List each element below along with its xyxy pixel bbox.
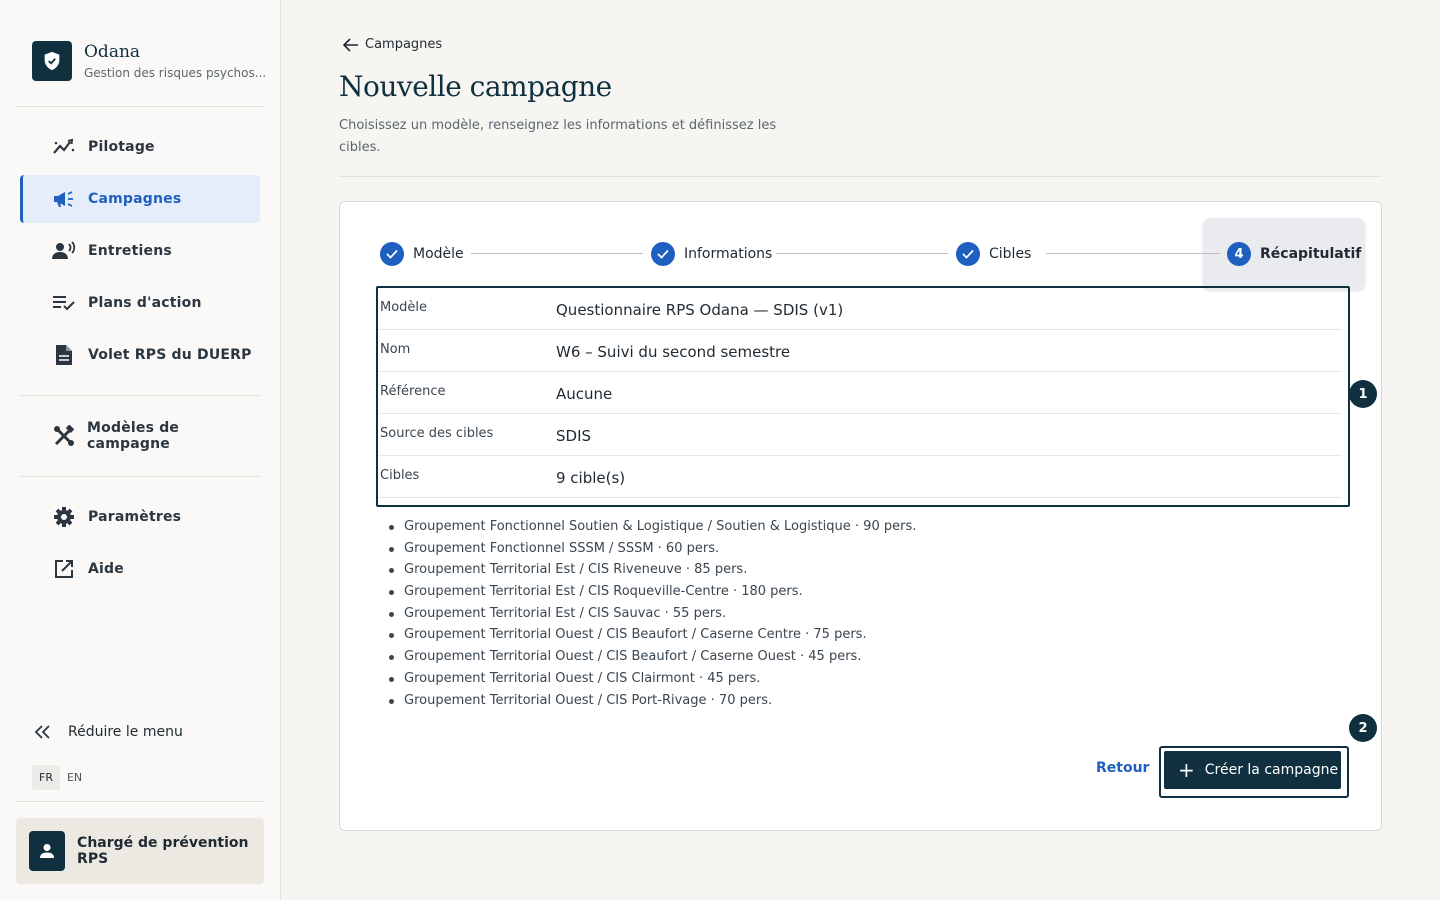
campaign-wizard-card: Modèle Informations Cibles 4 Récapitulat… <box>339 201 1382 831</box>
nav-label: Modèles de campagne <box>87 420 180 452</box>
targets-list: Groupement Fonctionnel Soutien & Logisti… <box>388 517 916 712</box>
step-label: Cibles <box>989 246 1032 262</box>
tools-icon <box>52 424 75 448</box>
summary-value: SDIS <box>556 427 592 445</box>
breadcrumb-back-link[interactable]: Campagnes <box>343 37 442 52</box>
summary-value: Questionnaire RPS Odana — SDIS (v1) <box>556 301 844 319</box>
list-item: Groupement Territorial Est / CIS Roquevi… <box>388 582 916 604</box>
step-connector <box>1046 253 1220 254</box>
stepper: Modèle Informations Cibles 4 Récapitulat… <box>380 242 1361 266</box>
summary-key: Nom <box>380 342 411 357</box>
summary-value: W6 – Suivi du second semestre <box>556 343 791 361</box>
summary-row: Modèle Questionnaire RPS Odana — SDIS (v… <box>378 288 1342 330</box>
annotation-badge-2: 2 <box>1349 714 1377 742</box>
document-icon <box>52 343 76 367</box>
annotation-badge-1: 1 <box>1349 380 1377 408</box>
divider <box>339 176 1382 177</box>
page-title: Nouvelle campagne <box>339 70 612 103</box>
summary-row: Cibles 9 cible(s) <box>378 456 1342 498</box>
list-item: Groupement Territorial Est / CIS Riveneu… <box>388 560 916 582</box>
check-icon <box>651 242 675 266</box>
breadcrumb-label: Campagnes <box>365 37 443 52</box>
summary-table: Modèle Questionnaire RPS Odana — SDIS (v… <box>376 286 1350 507</box>
brand-name: Odana <box>84 42 141 62</box>
summary-row: Nom W6 – Suivi du second semestre <box>378 330 1342 372</box>
nav-label: Paramètres <box>88 509 182 525</box>
step-label: Informations <box>684 246 773 262</box>
nav-label: Volet RPS du DUERP <box>88 347 252 363</box>
nav-label: Aide <box>88 561 124 577</box>
check-icon <box>956 242 980 266</box>
step-connector <box>776 253 948 254</box>
nav-item-campagnes[interactable]: Campagnes <box>20 175 260 223</box>
user-card[interactable]: Chargé de prévention RPS <box>16 818 264 884</box>
nav-label: Campagnes <box>88 191 182 207</box>
lang-en[interactable]: EN <box>60 765 89 790</box>
nav-item-volet-rps[interactable]: Volet RPS du DUERP <box>20 331 260 379</box>
summary-key: Référence <box>380 384 446 399</box>
step-recapitulatif[interactable]: 4 Récapitulatif <box>1227 242 1361 266</box>
divider <box>16 801 264 802</box>
checklist-icon <box>52 291 76 315</box>
summary-value: Aucune <box>556 385 613 403</box>
step-cibles[interactable]: Cibles <box>956 242 1031 266</box>
create-button-label: Créer la campagne <box>1204 762 1339 778</box>
summary-value: 9 cible(s) <box>556 469 626 487</box>
back-button[interactable]: Retour <box>1096 760 1149 776</box>
step-connector <box>471 253 643 254</box>
summary-key: Source des cibles <box>380 426 494 441</box>
summary-row: Référence Aucune <box>378 372 1342 414</box>
create-campaign-button[interactable]: + Créer la campagne <box>1164 751 1341 789</box>
step-label: Modèle <box>413 246 464 262</box>
list-item: Groupement Territorial Ouest / CIS Beauf… <box>388 647 916 669</box>
user-role: Chargé de prévention RPS <box>77 835 249 867</box>
step-informations[interactable]: Informations <box>651 242 772 266</box>
avatar <box>29 831 66 871</box>
summary-key: Cibles <box>380 468 420 483</box>
summary-row: Source des cibles SDIS <box>378 414 1342 456</box>
brand-subtitle: Gestion des risques psychos... <box>84 66 267 80</box>
nav-label: Plans d'action <box>88 295 202 311</box>
step-number-badge: 4 <box>1227 242 1251 266</box>
nav-label: Pilotage <box>88 139 155 155</box>
list-item: Groupement Fonctionnel Soutien & Logisti… <box>388 517 916 539</box>
nav-item-plans-action[interactable]: Plans d'action <box>20 279 260 327</box>
nav-label: Entretiens <box>88 243 172 259</box>
brand[interactable]: Odana Gestion des risques psychos... <box>32 41 266 81</box>
language-switcher: FR EN <box>32 765 89 790</box>
list-item: Groupement Territorial Est / CIS Sauvac … <box>388 604 916 626</box>
divider <box>16 106 264 107</box>
list-item: Groupement Territorial Ouest / CIS Clair… <box>388 669 916 691</box>
nav-item-modeles[interactable]: Modèles de campagne <box>20 412 260 460</box>
summary-key: Modèle <box>380 300 428 315</box>
double-chevron-left-icon <box>34 720 56 744</box>
arrow-left-icon <box>343 37 359 52</box>
chart-line-icon <box>52 135 76 159</box>
list-item: Groupement Fonctionnel SSSM / SSSM · 60 … <box>388 539 916 561</box>
plus-icon: + <box>1178 758 1195 782</box>
lang-fr[interactable]: FR <box>32 765 60 790</box>
nav-item-entretiens[interactable]: Entretiens <box>20 227 260 275</box>
page-description: Choisissez un modèle, renseignez les inf… <box>339 118 777 155</box>
nav-item-pilotage[interactable]: Pilotage <box>20 123 260 171</box>
gear-icon <box>52 505 76 529</box>
nav-item-parametres[interactable]: Paramètres <box>20 493 260 541</box>
collapse-menu-button[interactable]: Réduire le menu <box>34 720 183 744</box>
check-icon <box>380 242 404 266</box>
step-label: Récapitulatif <box>1260 246 1362 262</box>
list-item: Groupement Territorial Ouest / CIS Port-… <box>388 691 916 713</box>
sidebar: Odana Gestion des risques psychos... Pil… <box>0 0 281 900</box>
collapse-label: Réduire le menu <box>68 724 183 740</box>
list-item: Groupement Territorial Ouest / CIS Beauf… <box>388 625 916 647</box>
speaking-person-icon <box>52 239 76 263</box>
step-modele[interactable]: Modèle <box>380 242 464 266</box>
divider <box>20 395 260 396</box>
nav-item-aide[interactable]: Aide <box>20 545 260 593</box>
step-number: 4 <box>1234 246 1244 262</box>
shield-check-icon <box>32 41 72 81</box>
divider <box>20 476 260 477</box>
external-link-icon <box>52 557 76 581</box>
megaphone-icon <box>52 187 76 211</box>
